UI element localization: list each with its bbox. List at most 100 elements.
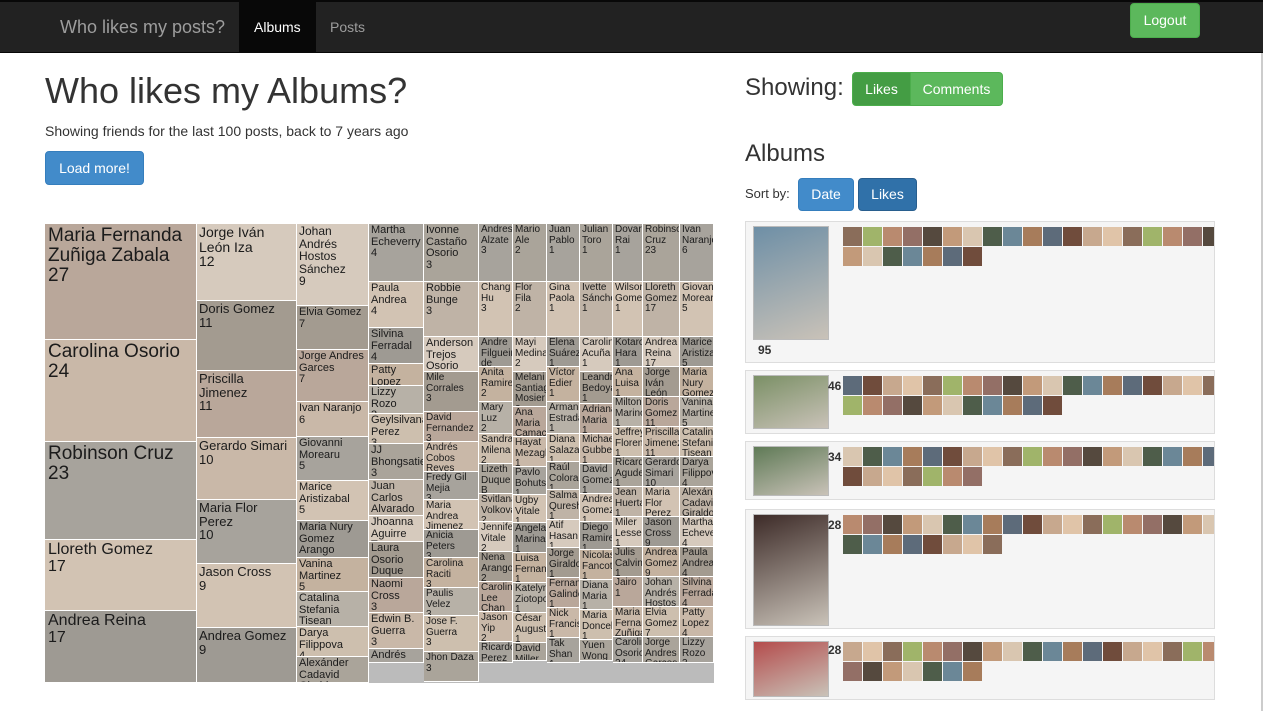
treemap-cell[interactable]: Atif Hasan 1	[547, 520, 580, 548]
treemap-cell[interactable]: Julis Calvin 1	[613, 547, 643, 577]
liker-avatar[interactable]	[923, 535, 942, 554]
liker-avatar[interactable]	[1103, 642, 1122, 661]
treemap-cell[interactable]: Gerardo Simari 10	[643, 457, 680, 487]
treemap-cell[interactable]: Elena Suárez 1	[547, 337, 580, 367]
treemap-cell[interactable]: Angela Marina 1	[513, 523, 547, 553]
treemap-cell[interactable]: Tak Shan1	[547, 638, 580, 663]
treemap-cell[interactable]: Mile Corrales 3	[424, 372, 479, 412]
treemap-cell[interactable]: Martha Echeverry4	[680, 517, 714, 547]
liker-avatar[interactable]	[863, 447, 882, 466]
liker-avatar[interactable]	[1043, 642, 1062, 661]
treemap-cell[interactable]: Julian Toro 1	[580, 224, 613, 282]
treemap-cell[interactable]: Mario Ale 2	[513, 224, 547, 282]
treemap-cell[interactable]: Ricardo Perez R2	[479, 642, 513, 663]
liker-avatar[interactable]	[963, 515, 982, 534]
liker-avatar[interactable]	[923, 447, 942, 466]
treemap-cell[interactable]: Salma Qureshi1	[547, 490, 580, 520]
liker-avatar[interactable]	[883, 535, 902, 554]
liker-avatar[interactable]	[1083, 642, 1102, 661]
treemap-cell[interactable]: Miler Lesser 1	[613, 517, 643, 547]
treemap-cell[interactable]: Maria Doncel 1	[580, 610, 613, 640]
treemap-cell[interactable]: Ivette Sánchez1	[580, 282, 613, 337]
liker-avatar[interactable]	[843, 535, 862, 554]
treemap-cell[interactable]: Víctor Edier 1	[547, 367, 580, 402]
liker-avatar[interactable]	[963, 447, 982, 466]
treemap-cell[interactable]: Jorge Andres Garces7	[643, 637, 680, 663]
album-cover-image[interactable]	[753, 375, 829, 429]
liker-avatar[interactable]	[863, 396, 882, 415]
treemap-cell[interactable]: Priscilla Jimenez 11	[643, 427, 680, 457]
treemap-cell[interactable]: Mary Luz 2	[479, 402, 513, 434]
treemap-cell[interactable]: Jason Cross 9	[643, 517, 680, 547]
album-card[interactable]: 28	[745, 509, 1215, 629]
treemap-cell[interactable]: Fredy Gil Mejia 3	[424, 472, 479, 500]
liker-avatar[interactable]	[1143, 447, 1162, 466]
liker-avatar[interactable]	[1043, 447, 1062, 466]
liker-avatar[interactable]	[1163, 376, 1182, 395]
treemap-cell[interactable]: Patty Lopez4	[369, 364, 424, 386]
logout-button[interactable]: Logout	[1130, 3, 1200, 38]
liker-avatar[interactable]	[923, 662, 942, 681]
liker-avatar[interactable]	[1203, 376, 1214, 395]
album-cover-image[interactable]	[753, 226, 829, 340]
liker-avatar[interactable]	[963, 467, 982, 486]
treemap-cell[interactable]: Chang Hu 3	[479, 282, 513, 337]
treemap-cell[interactable]: Andrea Gomez 9	[643, 547, 680, 577]
treemap-cell[interactable]: Doris Gomez 11	[197, 301, 297, 371]
liker-avatar[interactable]	[1183, 227, 1202, 246]
treemap-cell[interactable]: Anicia Peters 3	[424, 530, 479, 558]
liker-avatar[interactable]	[963, 247, 982, 266]
treemap-cell[interactable]: Elvia Gomez 7	[643, 607, 680, 637]
album-card[interactable]: 46	[745, 370, 1215, 434]
sort-date-button[interactable]: Date	[798, 178, 854, 211]
liker-avatar[interactable]	[1083, 227, 1102, 246]
liker-avatar[interactable]	[1103, 515, 1122, 534]
liker-avatar[interactable]	[903, 396, 922, 415]
album-cover-image[interactable]	[753, 514, 829, 626]
treemap-cell[interactable]: Ricardo Agudelo1	[613, 457, 643, 487]
liker-avatar[interactable]	[923, 376, 942, 395]
treemap-cell[interactable]: Lloreth Gomez 17	[643, 282, 680, 337]
treemap-cell[interactable]: Andrea Gomez 1	[580, 494, 613, 522]
liker-avatar[interactable]	[1203, 447, 1214, 466]
treemap-cell[interactable]: Robbie Bunge 3	[424, 282, 479, 337]
treemap-cell[interactable]: Juan Pablo 1	[547, 224, 580, 282]
treemap-cell[interactable]: Raúl Colorado1	[547, 462, 580, 490]
treemap-cell[interactable]: Johan Andrés Hostos Sánchez9	[297, 224, 369, 306]
tab-albums[interactable]: Albums	[239, 2, 316, 53]
treemap-cell[interactable]: Andrés Toro3	[369, 649, 424, 663]
liker-avatar[interactable]	[843, 227, 862, 246]
treemap-cell[interactable]: Andre Filgueiras de3	[479, 337, 513, 367]
liker-avatar[interactable]	[943, 376, 962, 395]
treemap-cell[interactable]: Ivan Naranjo 6	[680, 224, 714, 282]
treemap-cell[interactable]: Ivonne Castaño Osorio 3	[424, 224, 479, 282]
treemap-cell[interactable]: Gina Paola 1	[547, 282, 580, 337]
treemap-cell[interactable]: Ivan Naranjo 6	[297, 402, 369, 437]
liker-avatar[interactable]	[1103, 447, 1122, 466]
treemap-cell[interactable]: Maria Nury Gomez Arango5	[297, 521, 369, 558]
treemap-cell[interactable]: David Fernandez 3	[424, 412, 479, 442]
liker-avatar[interactable]	[1183, 376, 1202, 395]
liker-avatar[interactable]	[903, 515, 922, 534]
liker-avatar[interactable]	[1043, 227, 1062, 246]
liker-avatar[interactable]	[883, 447, 902, 466]
treemap-cell[interactable]: César Augusto1	[513, 613, 547, 643]
album-cover-image[interactable]	[753, 641, 829, 697]
liker-avatar[interactable]	[983, 227, 1002, 246]
tab-posts[interactable]: Posts	[315, 2, 380, 53]
liker-avatar[interactable]	[1203, 642, 1214, 661]
liker-avatar[interactable]	[863, 662, 882, 681]
treemap-cell[interactable]: Hayat Mezagh1	[513, 437, 547, 467]
treemap-cell[interactable]: Doris Gomez 11	[643, 397, 680, 427]
load-more-button[interactable]: Load more!	[45, 151, 144, 185]
liker-avatar[interactable]	[943, 642, 962, 661]
treemap-cell[interactable]: Jorge Andres Garces7	[297, 350, 369, 402]
liker-avatar[interactable]	[923, 247, 942, 266]
liker-avatar[interactable]	[1083, 515, 1102, 534]
liker-avatar[interactable]	[923, 467, 942, 486]
treemap-cell[interactable]: Ugby Vitale 1	[513, 495, 547, 523]
liker-avatar[interactable]	[1063, 227, 1082, 246]
liker-avatar[interactable]	[963, 376, 982, 395]
liker-avatar[interactable]	[1063, 447, 1082, 466]
treemap-cell[interactable]: JJ Bhongsatiern3	[369, 444, 424, 480]
